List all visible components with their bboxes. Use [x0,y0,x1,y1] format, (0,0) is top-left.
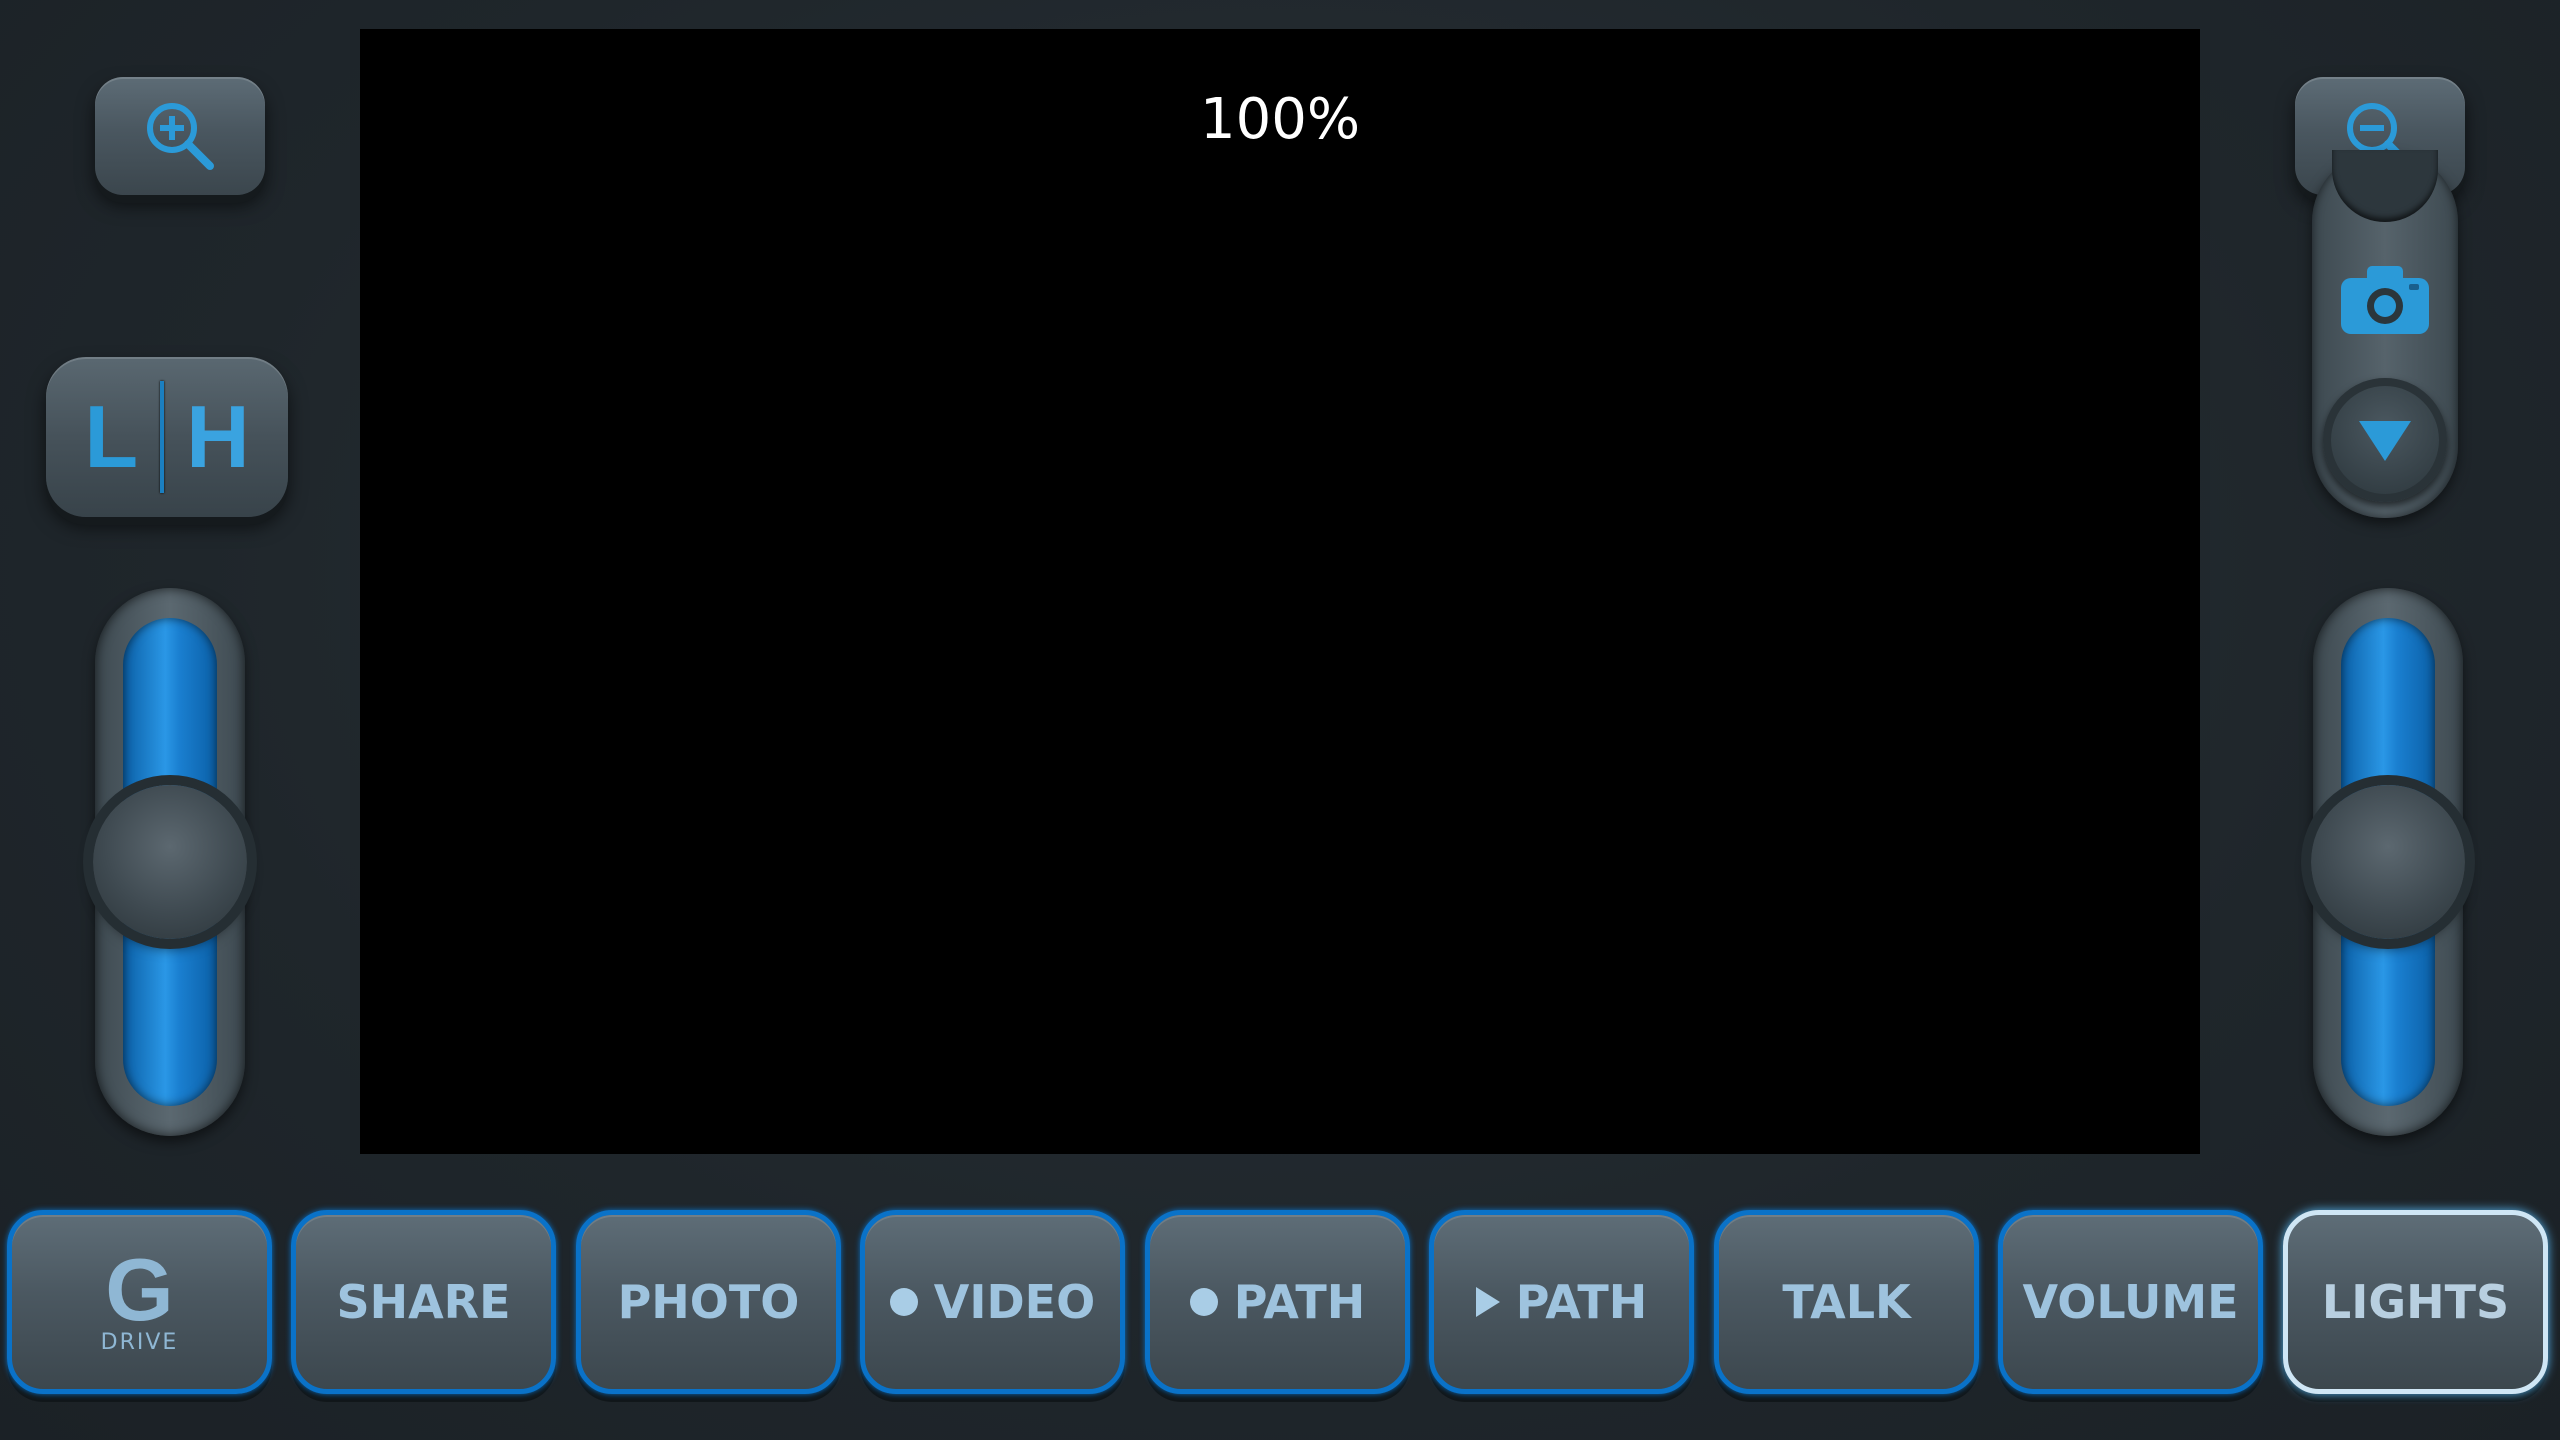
talk-button[interactable]: TALK [1714,1210,1979,1394]
zoom-level-readout: 100% [1199,87,1361,152]
video-label: VIDEO [933,1275,1096,1329]
share-button[interactable]: SHARE [291,1210,556,1394]
speed-toggle[interactable]: L H [46,357,288,517]
lights-button[interactable]: LIGHTS [2283,1210,2548,1394]
drive-logo: G [105,1239,174,1339]
right-drive-slider[interactable] [2311,588,2465,1136]
talk-label: TALK [1782,1275,1911,1329]
right-slider-knob[interactable] [2311,785,2465,939]
drive-button[interactable]: G DRIVE [7,1210,272,1394]
snapshot-button[interactable] [2330,255,2440,345]
photo-button[interactable]: PHOTO [576,1210,841,1394]
bottom-toolbar: G DRIVE SHARE PHOTO VIDEO PATH PATH TALK… [0,1210,2560,1400]
left-drive-slider[interactable] [93,588,247,1136]
volume-label: VOLUME [2022,1275,2239,1329]
high-speed-label: H [186,387,250,486]
lights-label: LIGHTS [2321,1275,2510,1329]
low-speed-label: L [84,387,139,486]
play-icon [1475,1287,1500,1317]
tilt-down-button[interactable] [2323,378,2447,502]
camera-icon [2341,266,2429,334]
volume-button[interactable]: VOLUME [1998,1210,2263,1394]
triangle-down-icon [2359,421,2411,461]
video-viewport[interactable]: 100% [360,29,2200,1154]
zoom-in-button[interactable] [95,77,265,195]
record-dot-icon [1189,1288,1218,1316]
share-label: SHARE [336,1275,511,1329]
play-path-button[interactable]: PATH [1429,1210,1694,1394]
record-dot-icon [889,1288,918,1316]
record-video-button[interactable]: VIDEO [860,1210,1125,1394]
photo-label: PHOTO [617,1275,800,1329]
drive-label: DRIVE [100,1329,179,1355]
record-path-button[interactable]: PATH [1145,1210,1410,1394]
record-path-label: PATH [1233,1275,1366,1329]
play-path-label: PATH [1515,1275,1648,1329]
toggle-divider [160,381,165,493]
zoom-in-icon [147,103,214,170]
left-slider-knob[interactable] [93,785,247,939]
